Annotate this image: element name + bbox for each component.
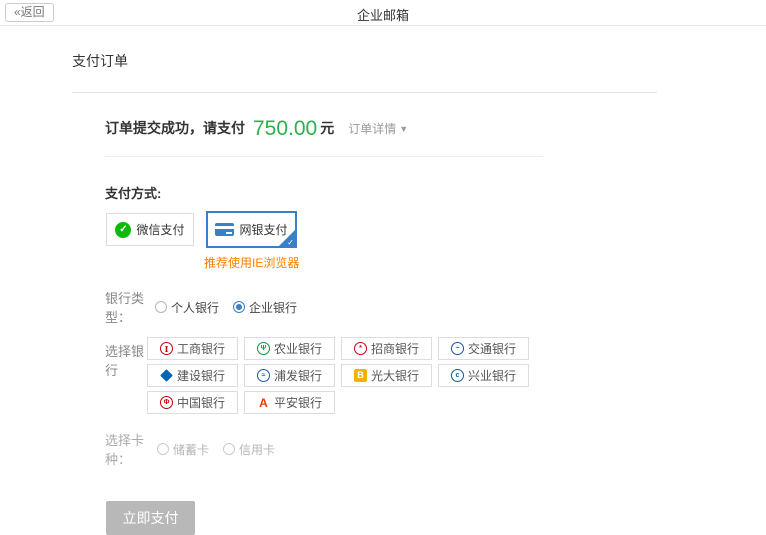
cmb-bank-icon: * bbox=[354, 342, 367, 355]
order-details-label: 订单详情 bbox=[348, 122, 396, 136]
bank-select-label: 选择银行 bbox=[105, 337, 147, 379]
icbc-bank-icon: I bbox=[160, 342, 173, 355]
bank-button-abc[interactable]: Ψ 农业银行 bbox=[244, 337, 335, 360]
netbank-card-icon bbox=[215, 223, 234, 236]
bocom-bank-icon: ~ bbox=[451, 342, 464, 355]
bank-button-cmb[interactable]: * 招商银行 bbox=[341, 337, 432, 360]
radio-credit-card: 信用卡 bbox=[223, 441, 275, 458]
caret-down-icon: ▼ bbox=[399, 124, 408, 134]
radio-disabled-icon bbox=[157, 443, 169, 455]
bank-button-pingan[interactable]: A 平安银行 bbox=[244, 391, 335, 414]
bank-button-icbc[interactable]: I 工商银行 bbox=[147, 337, 238, 360]
wechat-pay-button[interactable]: ✓ 微信支付 bbox=[106, 213, 194, 246]
cib-bank-icon: c bbox=[451, 369, 464, 382]
bank-type-options: 个人银行 企业银行 bbox=[155, 299, 297, 316]
pingan-bank-icon: A bbox=[257, 396, 270, 409]
divider bbox=[105, 156, 543, 157]
wechat-pay-label: 微信支付 bbox=[136, 221, 184, 238]
wechat-pay-icon: ✓ bbox=[115, 222, 131, 238]
bank-button-spdb[interactable]: ≈ 浦发银行 bbox=[244, 364, 335, 387]
bank-button-cib[interactable]: c 兴业银行 bbox=[438, 364, 529, 387]
netbank-pay-button[interactable]: 网银支付 ✓ bbox=[206, 211, 297, 248]
card-type-label: 选择卡种： bbox=[105, 430, 157, 468]
ccb-bank-icon bbox=[160, 369, 173, 382]
order-summary: 订单提交成功，请支付 750.00元订单详情▼ bbox=[105, 117, 766, 141]
topbar: «返回 企业邮箱 bbox=[0, 0, 766, 26]
radio-disabled-icon bbox=[223, 443, 235, 455]
bank-label: 工商银行 bbox=[177, 340, 225, 357]
bank-label: 农业银行 bbox=[274, 340, 322, 357]
radio-debit-card: 储蓄卡 bbox=[157, 441, 209, 458]
radio-icon bbox=[155, 301, 167, 313]
bank-type-row: 银行类型： 个人银行 企业银行 bbox=[105, 288, 766, 326]
abc-bank-icon: Ψ bbox=[257, 342, 270, 355]
bank-label: 兴业银行 bbox=[468, 367, 516, 384]
ceb-bank-icon: B bbox=[354, 369, 367, 382]
bank-button-ccb[interactable]: 建设银行 bbox=[147, 364, 238, 387]
bank-label: 交通银行 bbox=[468, 340, 516, 357]
bank-grid: I 工商银行 Ψ 农业银行 * 招商银行 ~ 交通银行 建设银行 ≈ 浦发银行 … bbox=[147, 337, 539, 414]
bank-button-bocom[interactable]: ~ 交通银行 bbox=[438, 337, 529, 360]
radio-label: 个人银行 bbox=[171, 299, 219, 316]
bank-label: 招商银行 bbox=[371, 340, 419, 357]
boc-bank-icon: Φ bbox=[160, 396, 173, 409]
payment-methods: ✓ 微信支付 网银支付 ✓ bbox=[106, 211, 766, 248]
divider bbox=[72, 92, 657, 93]
pay-now-button[interactable]: 立即支付 bbox=[106, 501, 195, 535]
order-amount: 750.00 bbox=[253, 117, 317, 140]
bank-label: 中国银行 bbox=[177, 394, 225, 411]
order-currency: 元 bbox=[320, 120, 334, 136]
radio-label: 储蓄卡 bbox=[173, 441, 209, 458]
card-type-row: 选择卡种： 储蓄卡 信用卡 bbox=[105, 430, 766, 468]
bank-label: 光大银行 bbox=[371, 367, 419, 384]
check-icon: ✓ bbox=[119, 224, 127, 235]
card-type-options: 储蓄卡 信用卡 bbox=[157, 441, 275, 458]
selected-check-icon: ✓ bbox=[287, 238, 294, 247]
bank-type-label: 银行类型： bbox=[105, 288, 155, 326]
order-status-text: 订单提交成功，请支付 bbox=[105, 120, 245, 136]
browser-tip: 推荐使用IE浏览器 bbox=[204, 254, 766, 271]
order-details-link[interactable]: 订单详情▼ bbox=[348, 122, 408, 136]
bank-label: 建设银行 bbox=[177, 367, 225, 384]
bank-select-row: 选择银行 I 工商银行 Ψ 农业银行 * 招商银行 ~ 交通银行 建设银行 ≈ … bbox=[105, 337, 766, 414]
bank-button-boc[interactable]: Φ 中国银行 bbox=[147, 391, 238, 414]
radio-enterprise-bank[interactable]: 企业银行 bbox=[233, 299, 297, 316]
payment-method-label: 支付方式: bbox=[105, 183, 766, 202]
page-title: 支付订单 bbox=[72, 51, 766, 71]
radio-label: 企业银行 bbox=[249, 299, 297, 316]
radio-personal-bank[interactable]: 个人银行 bbox=[155, 299, 219, 316]
spdb-bank-icon: ≈ bbox=[257, 369, 270, 382]
radio-label: 信用卡 bbox=[239, 441, 275, 458]
bank-label: 平安银行 bbox=[274, 394, 322, 411]
radio-checked-icon bbox=[233, 301, 245, 313]
bank-label: 浦发银行 bbox=[274, 367, 322, 384]
app-title: 企业邮箱 bbox=[0, 5, 766, 24]
bank-button-ceb[interactable]: B 光大银行 bbox=[341, 364, 432, 387]
